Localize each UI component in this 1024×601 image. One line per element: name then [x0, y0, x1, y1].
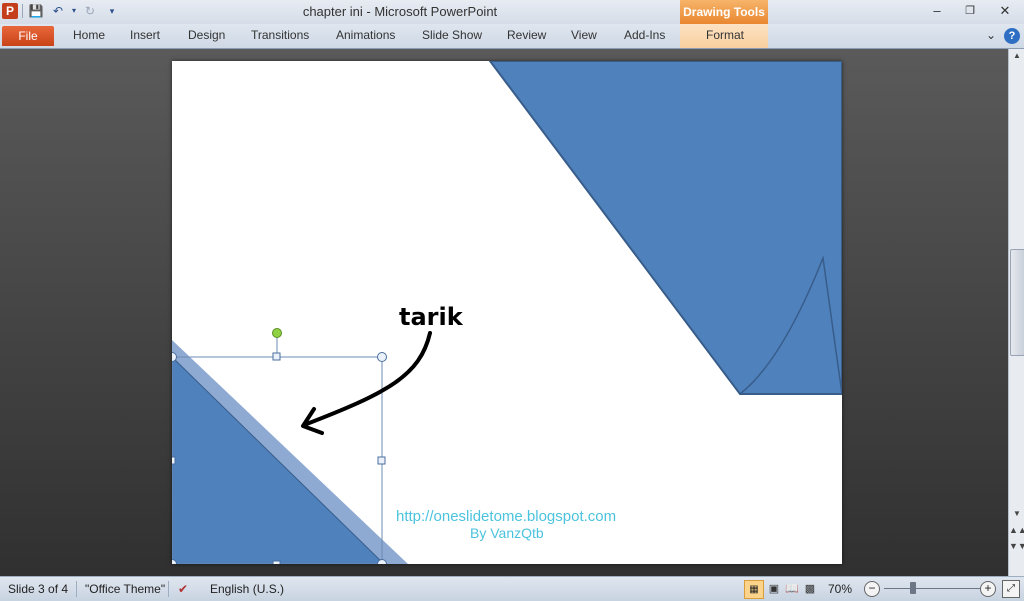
folded-corner-shape[interactable] [488, 61, 842, 395]
drawing-tools-header: Drawing Tools [680, 0, 768, 24]
resize-handle-left[interactable] [172, 456, 176, 465]
close-icon[interactable]: ✕ [992, 2, 1018, 20]
help-icon[interactable]: ? [1004, 28, 1020, 44]
zoom-in-icon[interactable]: + [980, 581, 996, 597]
tab-home[interactable]: Home [73, 28, 105, 42]
slide-counter[interactable]: Slide 3 of 4 [8, 582, 68, 596]
window-title: chapter ini - Microsoft PowerPoint [302, 4, 498, 19]
resize-handle-bottom-right[interactable] [377, 559, 387, 565]
status-separator [76, 581, 77, 597]
qat-separator [22, 4, 23, 18]
tab-review[interactable]: Review [507, 28, 546, 42]
customize-qat-icon[interactable]: ▾ [104, 3, 120, 19]
resize-handle-right[interactable] [377, 456, 386, 465]
resize-handle-bottom[interactable] [272, 560, 281, 564]
pull-arrow [302, 331, 432, 427]
slide-show-view-icon[interactable]: ▩ [802, 581, 818, 597]
minimize-icon[interactable]: – [924, 2, 950, 20]
footer-url: http://oneslidetome.blogspot.com [396, 508, 616, 525]
tab-add-ins[interactable]: Add-Ins [624, 28, 665, 42]
slide-canvas[interactable]: tarik http://oneslidetome.blogspot.com B… [172, 61, 842, 564]
zoom-slider-track[interactable] [884, 588, 982, 589]
normal-view-icon[interactable]: ▦ [744, 580, 764, 599]
chevron-down-icon[interactable]: ⌄ [984, 28, 998, 42]
title-bar: P 💾 ↶ ▾ ↻ ▾ chapter ini - Microsoft Powe… [0, 0, 1024, 24]
ribbon-tabs: File Home Insert Design Transitions Anim… [0, 24, 1024, 49]
vertical-scrollbar[interactable]: ▲ ▼ ▲▲ ▼▼ [1008, 49, 1024, 576]
tab-design[interactable]: Design [188, 28, 225, 42]
rotate-handle[interactable] [272, 328, 282, 338]
powerpoint-logo-icon[interactable]: P [2, 3, 18, 19]
zoom-level[interactable]: 70% [828, 582, 852, 596]
tab-slide-show[interactable]: Slide Show [422, 28, 482, 42]
resize-handle-top-left[interactable] [172, 352, 177, 362]
reading-view-icon[interactable]: 📖 [784, 581, 800, 597]
footer-author: By VanzQtb [470, 525, 544, 541]
restore-icon[interactable]: ❐ [957, 2, 983, 20]
undo-dropdown-icon[interactable]: ▾ [66, 3, 82, 19]
scroll-down-icon[interactable]: ▼ [1009, 509, 1024, 521]
language-indicator[interactable]: English (U.S.) [210, 582, 284, 596]
tab-file[interactable]: File [2, 26, 54, 46]
tab-format[interactable]: Format [706, 28, 744, 42]
slide-sorter-view-icon[interactable]: ▣ [766, 581, 782, 597]
zoom-slider-thumb[interactable] [910, 582, 916, 594]
fit-to-window-icon[interactable]: ⤢ [1002, 580, 1020, 598]
status-bar: Slide 3 of 4 "Office Theme" ✔ English (U… [0, 576, 1024, 601]
scroll-thumb[interactable] [1010, 249, 1024, 356]
tab-insert[interactable]: Insert [130, 28, 160, 42]
zoom-out-icon[interactable]: − [864, 581, 880, 597]
undo-icon[interactable]: ↶ [50, 3, 66, 19]
scroll-up-icon[interactable]: ▲ [1009, 51, 1024, 63]
resize-handle-top-right[interactable] [377, 352, 387, 362]
corner-triangle-shape[interactable] [172, 356, 385, 564]
theme-name[interactable]: "Office Theme" [85, 582, 165, 596]
save-icon[interactable]: 💾 [28, 3, 44, 19]
next-slide-icon[interactable]: ▼▼ [1009, 541, 1024, 555]
tab-animations[interactable]: Animations [336, 28, 395, 42]
resize-handle-top[interactable] [272, 352, 281, 361]
status-separator [168, 581, 169, 597]
annotation-text: tarik [399, 303, 464, 331]
tab-transitions[interactable]: Transitions [251, 28, 309, 42]
spelling-check-icon[interactable]: ✔ [178, 582, 188, 596]
previous-slide-icon[interactable]: ▲▲ [1009, 525, 1024, 539]
tab-view[interactable]: View [571, 28, 597, 42]
redo-icon[interactable]: ↻ [82, 3, 98, 19]
slide-drawing: tarik http://oneslidetome.blogspot.com B… [172, 61, 842, 564]
